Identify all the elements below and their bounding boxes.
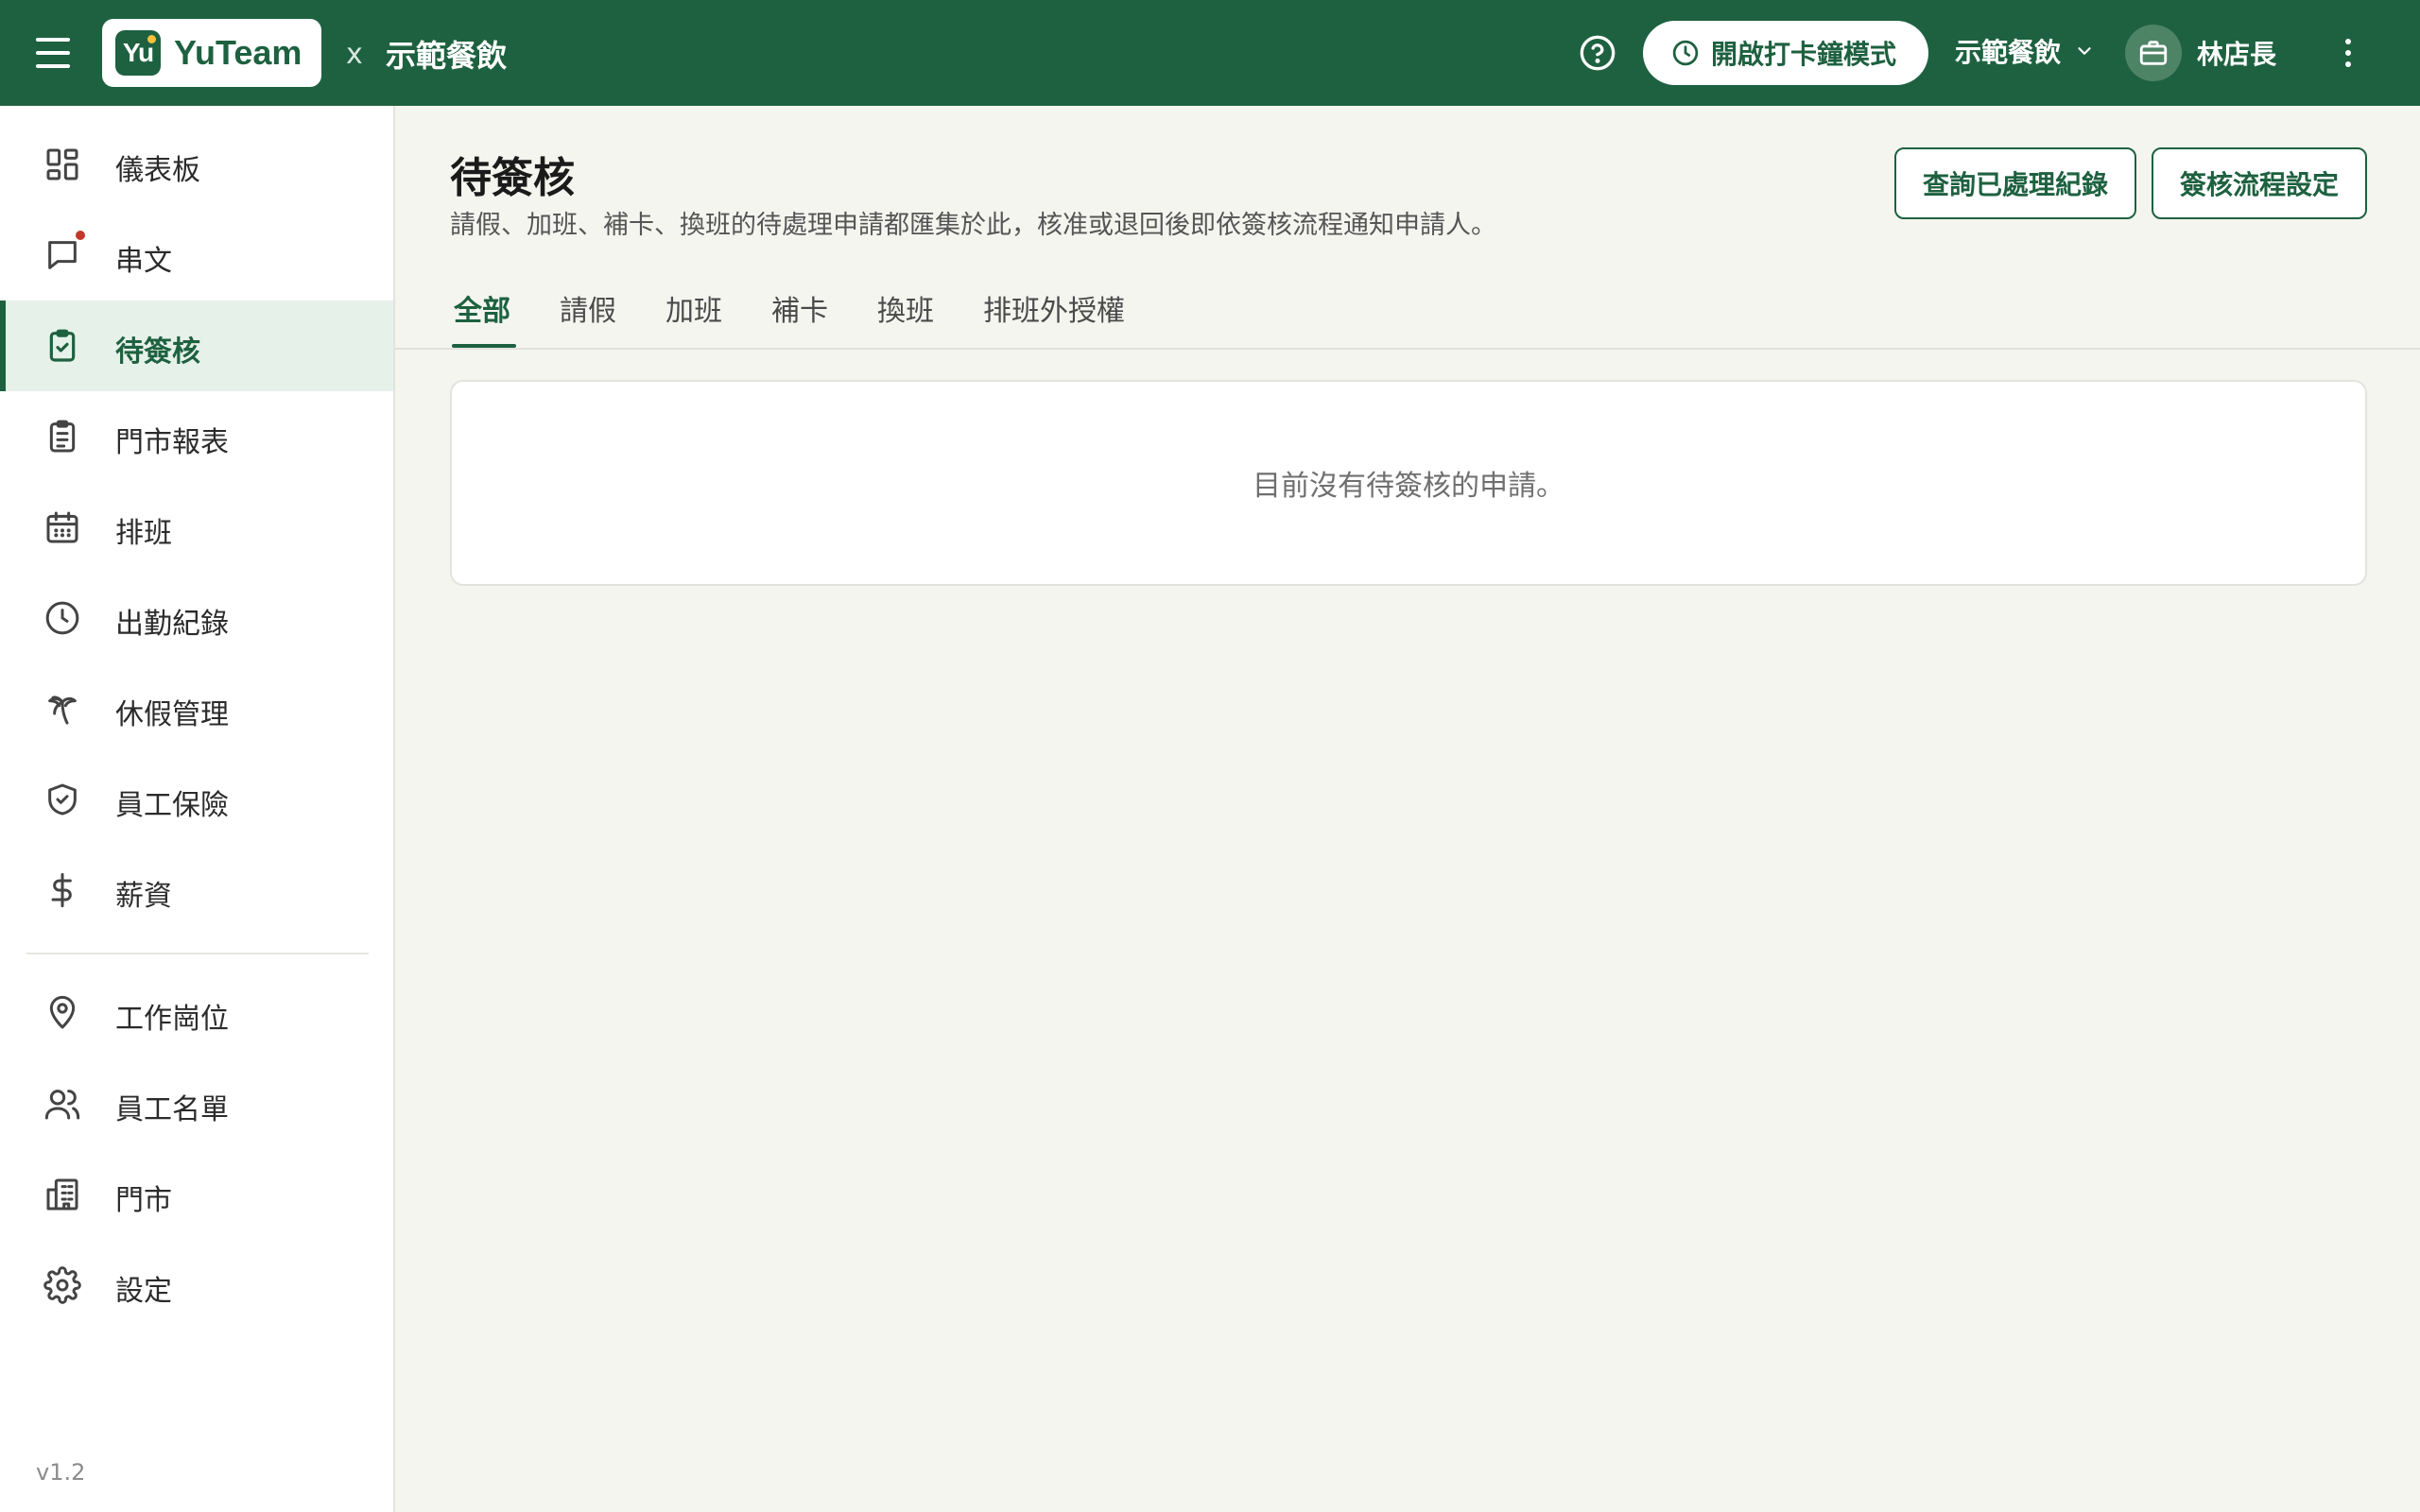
sidebar-item-label: 工作崗位 [115, 1003, 229, 1036]
sidebar-item-label: 待簽核 [115, 335, 200, 369]
approval-flow-settings-button[interactable]: 簽核流程設定 [2152, 147, 2367, 219]
palm-tree-icon [42, 688, 83, 730]
user-menu[interactable]: 林店長 [2125, 25, 2276, 81]
brand-logo[interactable]: Yu YuTeam [102, 19, 321, 87]
chevron-down-icon [2078, 47, 2091, 55]
sidebar-item-label: 排班 [115, 517, 172, 550]
more-vertical-icon[interactable] [2329, 34, 2367, 72]
filter-tabs: 全部 請假 加班 補卡 換班 排班外授權 [395, 276, 2420, 350]
sidebar-item-schedule[interactable]: 排班 [0, 482, 393, 573]
company-name: 示範餐飲 [386, 38, 508, 74]
sidebar-item-label: 門市 [115, 1184, 172, 1217]
sidebar-item-threads[interactable]: 串文 [0, 210, 393, 301]
page-description: 請假、加班、補卡、換班的待處理申請都匯集於此，核准或退回後即依簽核流程通知申請人… [450, 211, 1496, 240]
calendar-icon [42, 507, 83, 548]
menu-icon[interactable] [34, 34, 72, 72]
briefcase-icon [2125, 25, 2182, 81]
empty-state-card: 目前沒有待簽核的申請。 [450, 380, 2367, 586]
sidebar-item-settings[interactable]: 設定 [0, 1240, 393, 1331]
store-select-label: 示範餐飲 [1955, 37, 2062, 68]
clock-icon [42, 597, 83, 639]
help-icon[interactable] [1579, 34, 1616, 72]
shield-check-icon [42, 779, 83, 820]
gear-icon [42, 1264, 83, 1306]
map-pin-icon [42, 992, 83, 1034]
notification-dot [74, 229, 87, 242]
clipboard-list-icon [42, 416, 83, 457]
clock-mode-label: 開啟打卡鐘模式 [1711, 39, 1897, 70]
sidebar-item-employees[interactable]: 員工名單 [0, 1058, 393, 1149]
page-title: 待簽核 [450, 154, 575, 202]
sidebar-item-leave[interactable]: 休假管理 [0, 663, 393, 754]
clock-icon [1672, 40, 1699, 66]
top-bar: Yu YuTeam x 示範餐飲 開啟打卡鐘模式 示範餐飲 林店長 [0, 0, 2420, 106]
sidebar-item-label: 出勤紀錄 [115, 608, 229, 641]
sidebar-item-stores[interactable]: 門市 [0, 1149, 393, 1240]
tab-off-schedule-authorization[interactable]: 排班外授權 [983, 287, 1125, 348]
brand-separator: x [346, 38, 363, 71]
tab-all[interactable]: 全部 [452, 287, 516, 348]
empty-state-message: 目前沒有待簽核的申請。 [1253, 470, 1564, 503]
sidebar-item-label: 儀表板 [115, 154, 200, 187]
tab-shift-swap[interactable]: 換班 [877, 287, 934, 348]
dollar-icon [42, 869, 83, 911]
user-name: 林店長 [2197, 39, 2277, 70]
store-select[interactable]: 示範餐飲 [1955, 32, 2095, 70]
building-icon [42, 1174, 83, 1215]
view-history-button[interactable]: 查詢已處理紀錄 [1894, 147, 2136, 219]
sidebar-item-label: 薪資 [115, 880, 172, 913]
clock-mode-button[interactable]: 開啟打卡鐘模式 [1643, 21, 1928, 85]
sidebar-divider [26, 953, 369, 954]
version-label: v1.2 [36, 1459, 86, 1486]
sidebar-item-positions[interactable]: 工作崗位 [0, 968, 393, 1058]
sidebar-item-dashboard[interactable]: 儀表板 [0, 119, 393, 210]
sidebar-item-label: 串文 [115, 245, 172, 278]
sidebar-item-attendance[interactable]: 出勤紀錄 [0, 573, 393, 663]
sidebar: 儀表板 串文 待簽核 門市報表 排班 出勤紀錄 休假管理 員工保險 薪資 工作崗… [0, 106, 395, 1512]
tab-leave[interactable]: 請假 [560, 287, 616, 348]
sidebar-item-insurance[interactable]: 員工保險 [0, 754, 393, 845]
sidebar-item-label: 休假管理 [115, 698, 229, 731]
sidebar-item-store-reports[interactable]: 門市報表 [0, 391, 393, 482]
brand-name: YuTeam [174, 33, 302, 72]
sidebar-item-label: 員工保險 [115, 789, 229, 822]
logo-mark: Yu [115, 30, 161, 76]
sidebar-item-approvals[interactable]: 待簽核 [0, 301, 393, 391]
sidebar-item-payroll[interactable]: 薪資 [0, 845, 393, 936]
sidebar-item-label: 門市報表 [115, 426, 229, 459]
users-icon [42, 1083, 83, 1125]
dashboard-icon [42, 144, 83, 185]
tab-overtime[interactable]: 加班 [666, 287, 722, 348]
sidebar-item-label: 設定 [115, 1275, 172, 1308]
sidebar-item-label: 員工名單 [115, 1093, 229, 1126]
tab-clock-correction[interactable]: 補卡 [771, 287, 828, 348]
clipboard-check-icon [42, 325, 83, 367]
